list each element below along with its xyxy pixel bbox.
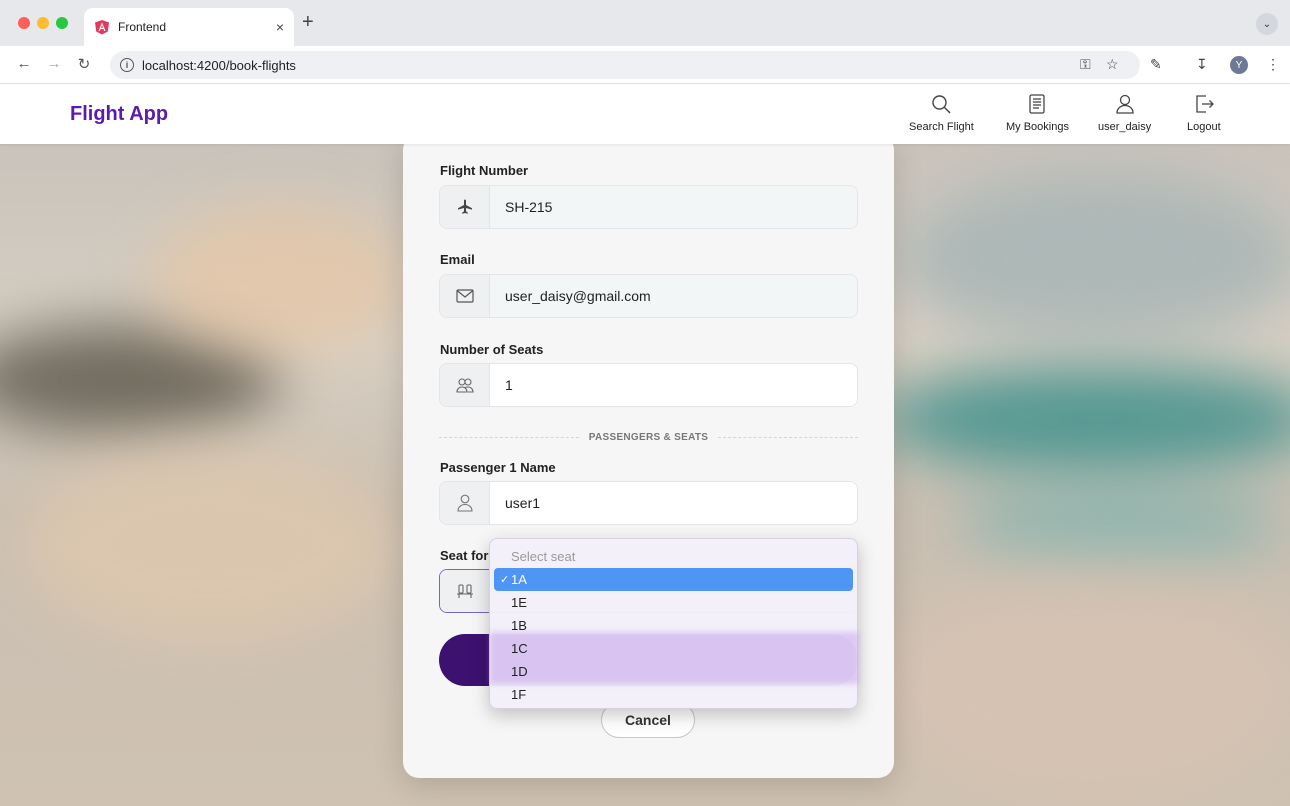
tab-title: Frontend bbox=[118, 20, 167, 34]
nav-label: My Bookings bbox=[1006, 121, 1069, 133]
seat-option-1a[interactable]: ✓ 1A bbox=[494, 568, 853, 591]
seat-placeholder-option: Select seat bbox=[511, 549, 576, 564]
url-text[interactable]: localhost:4200/book-flights bbox=[142, 58, 296, 73]
site-info-icon[interactable]: i bbox=[120, 58, 134, 72]
nav-label: Logout bbox=[1187, 121, 1221, 133]
seat-option-label: 1A bbox=[511, 572, 527, 587]
close-window-button[interactable] bbox=[18, 17, 30, 29]
nav-user-profile[interactable]: user_daisy bbox=[1098, 93, 1151, 133]
passenger-addon bbox=[440, 482, 490, 524]
kebab-menu-icon[interactable]: ⋮ bbox=[1266, 56, 1280, 73]
nav-label: Search Flight bbox=[909, 121, 974, 133]
extensions-icon[interactable]: ✎ bbox=[1150, 56, 1162, 73]
seats-addon bbox=[440, 364, 490, 406]
email-field: user_daisy@gmail.com bbox=[439, 274, 858, 318]
checkmark-icon: ✓ bbox=[500, 574, 510, 586]
passenger-name-input[interactable]: user1 bbox=[490, 482, 857, 524]
passengers-divider: PASSENGERS & SEATS bbox=[439, 430, 858, 444]
new-tab-button[interactable]: + bbox=[302, 10, 314, 34]
logout-icon bbox=[1196, 95, 1214, 113]
airplane-icon bbox=[457, 199, 472, 214]
flight-number-label: Flight Number bbox=[440, 163, 529, 178]
seat-dropdown: Select seat ✓ 1A 1E 1B 1C 1D 1F bbox=[489, 538, 859, 709]
browser-toolbar: ← → ↻ i localhost:4200/book-flights ⚿ ☆ … bbox=[0, 46, 1290, 84]
seat-option-1d[interactable]: 1D bbox=[490, 660, 857, 683]
seats-label: Number of Seats bbox=[440, 342, 544, 357]
seat-icon bbox=[457, 584, 473, 598]
seats-input[interactable]: 1 bbox=[490, 364, 857, 406]
seat-addon bbox=[440, 570, 490, 612]
nav-logout[interactable]: Logout bbox=[1187, 93, 1221, 133]
search-icon bbox=[932, 95, 951, 114]
flight-number-input[interactable]: SH-215 bbox=[490, 186, 857, 228]
envelope-icon bbox=[455, 289, 474, 303]
seat-option-1f[interactable]: 1F bbox=[490, 683, 857, 706]
minimize-window-button[interactable] bbox=[37, 17, 49, 29]
seat-option-1c[interactable]: 1C bbox=[490, 637, 857, 660]
document-icon bbox=[1029, 94, 1046, 114]
seat-label: Seat for bbox=[440, 548, 489, 563]
user-icon bbox=[456, 494, 473, 512]
reload-icon[interactable]: ↻ bbox=[74, 55, 94, 73]
user-icon bbox=[1115, 94, 1134, 114]
email-addon bbox=[440, 275, 490, 317]
flight-number-field: SH-215 bbox=[439, 185, 858, 229]
nav-my-bookings[interactable]: My Bookings bbox=[1006, 93, 1069, 133]
seat-option-1b[interactable]: 1B bbox=[490, 614, 857, 637]
brand-logo[interactable]: Flight App bbox=[70, 103, 168, 126]
passenger-name-field: user1 bbox=[439, 481, 858, 525]
app-header: Flight App Search Flight My Bookings use… bbox=[0, 84, 1290, 144]
seats-field: 1 bbox=[439, 363, 858, 407]
browser-tab[interactable]: Frontend × bbox=[84, 8, 294, 46]
address-bar[interactable]: i localhost:4200/book-flights bbox=[110, 51, 1140, 79]
browser-tab-bar: Frontend × + ⌄ bbox=[0, 0, 1290, 46]
tab-search-chevron-icon[interactable]: ⌄ bbox=[1256, 13, 1278, 35]
tab-close-icon[interactable]: × bbox=[276, 19, 284, 35]
password-key-icon[interactable]: ⚿ bbox=[1080, 56, 1091, 73]
download-icon[interactable]: ↧ bbox=[1196, 56, 1208, 73]
nav-search-flight[interactable]: Search Flight bbox=[909, 93, 974, 133]
divider-text: PASSENGERS & SEATS bbox=[588, 431, 709, 443]
nav-label: user_daisy bbox=[1098, 121, 1152, 133]
maximize-window-button[interactable] bbox=[56, 17, 68, 29]
passenger-name-label: Passenger 1 Name bbox=[440, 460, 556, 475]
bookmark-star-icon[interactable]: ☆ bbox=[1106, 56, 1119, 73]
angular-favicon-icon bbox=[95, 20, 109, 35]
forward-arrow-icon[interactable]: → bbox=[44, 55, 64, 72]
seat-option-1e[interactable]: 1E bbox=[490, 591, 857, 614]
back-arrow-icon[interactable]: ← bbox=[14, 55, 34, 72]
email-label: Email bbox=[440, 252, 475, 267]
email-input[interactable]: user_daisy@gmail.com bbox=[490, 275, 857, 317]
flight-number-addon bbox=[440, 186, 490, 228]
group-icon bbox=[455, 378, 474, 393]
profile-avatar[interactable]: Y bbox=[1230, 56, 1248, 74]
